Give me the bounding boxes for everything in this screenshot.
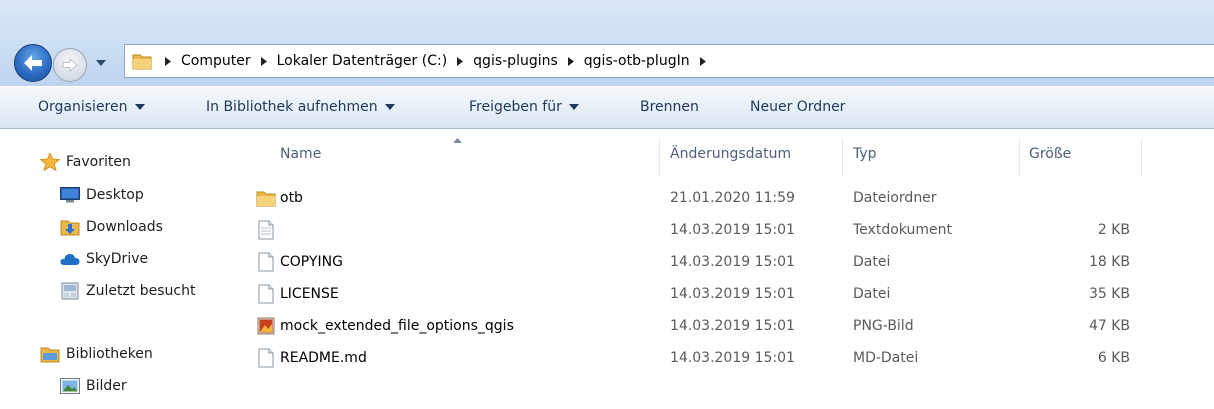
- skydrive-icon: [60, 250, 80, 268]
- file-size: 47 KB: [1088, 318, 1130, 334]
- file-size: 2 KB: [1097, 222, 1130, 238]
- breadcrumb-qgis-plugins[interactable]: qgis-plugins: [471, 53, 560, 69]
- arrow-left-icon: [24, 55, 42, 71]
- address-box[interactable]: Computer Lokaler Datenträger (C:) qgis-p…: [124, 44, 1214, 78]
- nav-item-pictures-label: Bilder: [86, 378, 127, 394]
- add-to-library-button[interactable]: In Bibliothek aufnehmen: [206, 99, 395, 115]
- file-row-png[interactable]: mock_extended_file_options_qgis 14.03.20…: [254, 311, 1214, 344]
- file-name: COPYING: [280, 254, 343, 270]
- nav-item-recent-places-label: Zuletzt besucht: [86, 283, 196, 299]
- recent-pages-button[interactable]: [94, 56, 108, 70]
- png-image-icon: [257, 317, 275, 335]
- nav-libraries[interactable]: Bibliotheken: [40, 345, 153, 363]
- folder-icon: [256, 191, 276, 207]
- recent-places-icon: [60, 282, 80, 300]
- file-row-otb[interactable]: otb 21.01.2020 11:59 Dateiordner: [254, 183, 1214, 216]
- file-name: LICENSE: [280, 286, 339, 302]
- file-type: PNG-Bild: [853, 318, 914, 334]
- file-row-text-document[interactable]: 14.03.2019 15:01 Textdokument 2 KB: [254, 215, 1214, 248]
- pictures-library-icon: [60, 377, 80, 395]
- burn-button[interactable]: Brennen: [640, 99, 699, 115]
- file-icon: [258, 252, 274, 272]
- file-modified: 14.03.2019 15:01: [670, 318, 795, 334]
- nav-item-pictures[interactable]: Bilder: [60, 377, 127, 395]
- breadcrumb-computer[interactable]: Computer: [179, 53, 253, 69]
- nav-item-recent-places[interactable]: Zuletzt besucht: [60, 282, 195, 300]
- nav-favorites-label: Favoriten: [66, 154, 131, 170]
- file-size: 35 KB: [1088, 286, 1130, 302]
- nav-favorites[interactable]: Favoriten: [40, 153, 131, 171]
- nav-item-desktop[interactable]: Desktop: [60, 186, 144, 204]
- column-header-type[interactable]: Typ: [853, 146, 877, 162]
- file-icon: [258, 284, 274, 304]
- nav-libraries-label: Bibliotheken: [66, 346, 153, 362]
- nav-item-skydrive-label: SkyDrive: [86, 251, 149, 267]
- column-header-modified[interactable]: Änderungsdatum: [670, 146, 791, 162]
- new-folder-button[interactable]: Neuer Ordner: [750, 99, 845, 115]
- share-with-button[interactable]: Freigeben für: [469, 99, 579, 115]
- new-folder-label: Neuer Ordner: [750, 99, 846, 115]
- star-icon: [40, 153, 60, 171]
- file-type: Dateiordner: [853, 190, 937, 206]
- column-divider[interactable]: [659, 138, 660, 176]
- navigation-pane: Favoriten Desktop Downloads SkyDrive Zul…: [0, 129, 254, 409]
- file-type: Datei: [853, 254, 891, 270]
- downloads-folder-icon: [60, 218, 80, 236]
- file-modified: 14.03.2019 15:01: [670, 286, 795, 302]
- share-with-label: Freigeben für: [469, 99, 562, 115]
- sort-ascending-icon: [453, 138, 462, 143]
- file-size: 6 KB: [1097, 350, 1130, 366]
- chevron-down-icon: [96, 60, 106, 66]
- file-modified: 14.03.2019 15:01: [670, 254, 795, 270]
- chevron-down-icon: [134, 104, 145, 110]
- organize-button[interactable]: Organisieren: [38, 99, 145, 115]
- file-row-readme[interactable]: README.md 14.03.2019 15:01 MD-Datei 6 KB: [254, 343, 1214, 376]
- column-divider[interactable]: [1141, 138, 1142, 176]
- file-type: Textdokument: [853, 222, 952, 238]
- chevron-down-icon: [384, 104, 395, 110]
- column-header-name[interactable]: Name: [280, 146, 321, 162]
- breadcrumb-qgis-otb-plugin[interactable]: qgis-otb-plugIn: [582, 53, 692, 69]
- nav-item-skydrive[interactable]: SkyDrive: [60, 250, 148, 268]
- forward-button[interactable]: [53, 48, 87, 82]
- file-modified: 21.01.2020 11:59: [670, 190, 795, 206]
- file-list: Name Änderungsdatum Typ Größe otb 21.01.…: [254, 129, 1214, 409]
- breadcrumb-separator-icon[interactable]: [161, 56, 175, 66]
- file-size: 18 KB: [1088, 254, 1130, 270]
- file-row-copying[interactable]: COPYING 14.03.2019 15:01 Datei 18 KB: [254, 247, 1214, 280]
- file-icon: [258, 348, 274, 368]
- breadcrumb-drive[interactable]: Lokaler Datenträger (C:): [275, 53, 450, 69]
- folder-icon: [132, 54, 152, 70]
- burn-label: Brennen: [640, 99, 699, 115]
- text-document-icon: [258, 220, 274, 240]
- libraries-icon: [40, 345, 60, 363]
- file-name: mock_extended_file_options_qgis: [280, 318, 514, 334]
- file-modified: 14.03.2019 15:01: [670, 350, 795, 366]
- file-row-license[interactable]: LICENSE 14.03.2019 15:01 Datei 35 KB: [254, 279, 1214, 312]
- column-divider[interactable]: [842, 138, 843, 176]
- address-bar-area: Computer Lokaler Datenträger (C:) qgis-p…: [0, 0, 1214, 86]
- nav-item-desktop-label: Desktop: [86, 187, 144, 203]
- breadcrumb-separator-icon[interactable]: [453, 56, 467, 66]
- nav-item-downloads-label: Downloads: [86, 219, 163, 235]
- file-name: otb: [280, 190, 303, 206]
- arrow-right-icon: [62, 58, 78, 72]
- file-name: README.md: [280, 350, 367, 366]
- breadcrumb-separator-icon[interactable]: [257, 56, 271, 66]
- column-divider[interactable]: [1019, 138, 1020, 176]
- column-header-size[interactable]: Größe: [1029, 146, 1071, 162]
- add-to-library-label: In Bibliothek aufnehmen: [206, 99, 378, 115]
- file-type: Datei: [853, 286, 891, 302]
- nav-item-downloads[interactable]: Downloads: [60, 218, 163, 236]
- file-type: MD-Datei: [853, 350, 919, 366]
- file-modified: 14.03.2019 15:01: [670, 222, 795, 238]
- desktop-icon: [60, 186, 80, 204]
- chevron-down-icon: [568, 104, 579, 110]
- breadcrumb-separator-icon[interactable]: [696, 56, 710, 66]
- breadcrumb-separator-icon[interactable]: [564, 56, 578, 66]
- command-toolbar: Organisieren In Bibliothek aufnehmen Fre…: [0, 86, 1214, 129]
- back-button[interactable]: [14, 44, 52, 82]
- organize-button-label: Organisieren: [38, 99, 128, 115]
